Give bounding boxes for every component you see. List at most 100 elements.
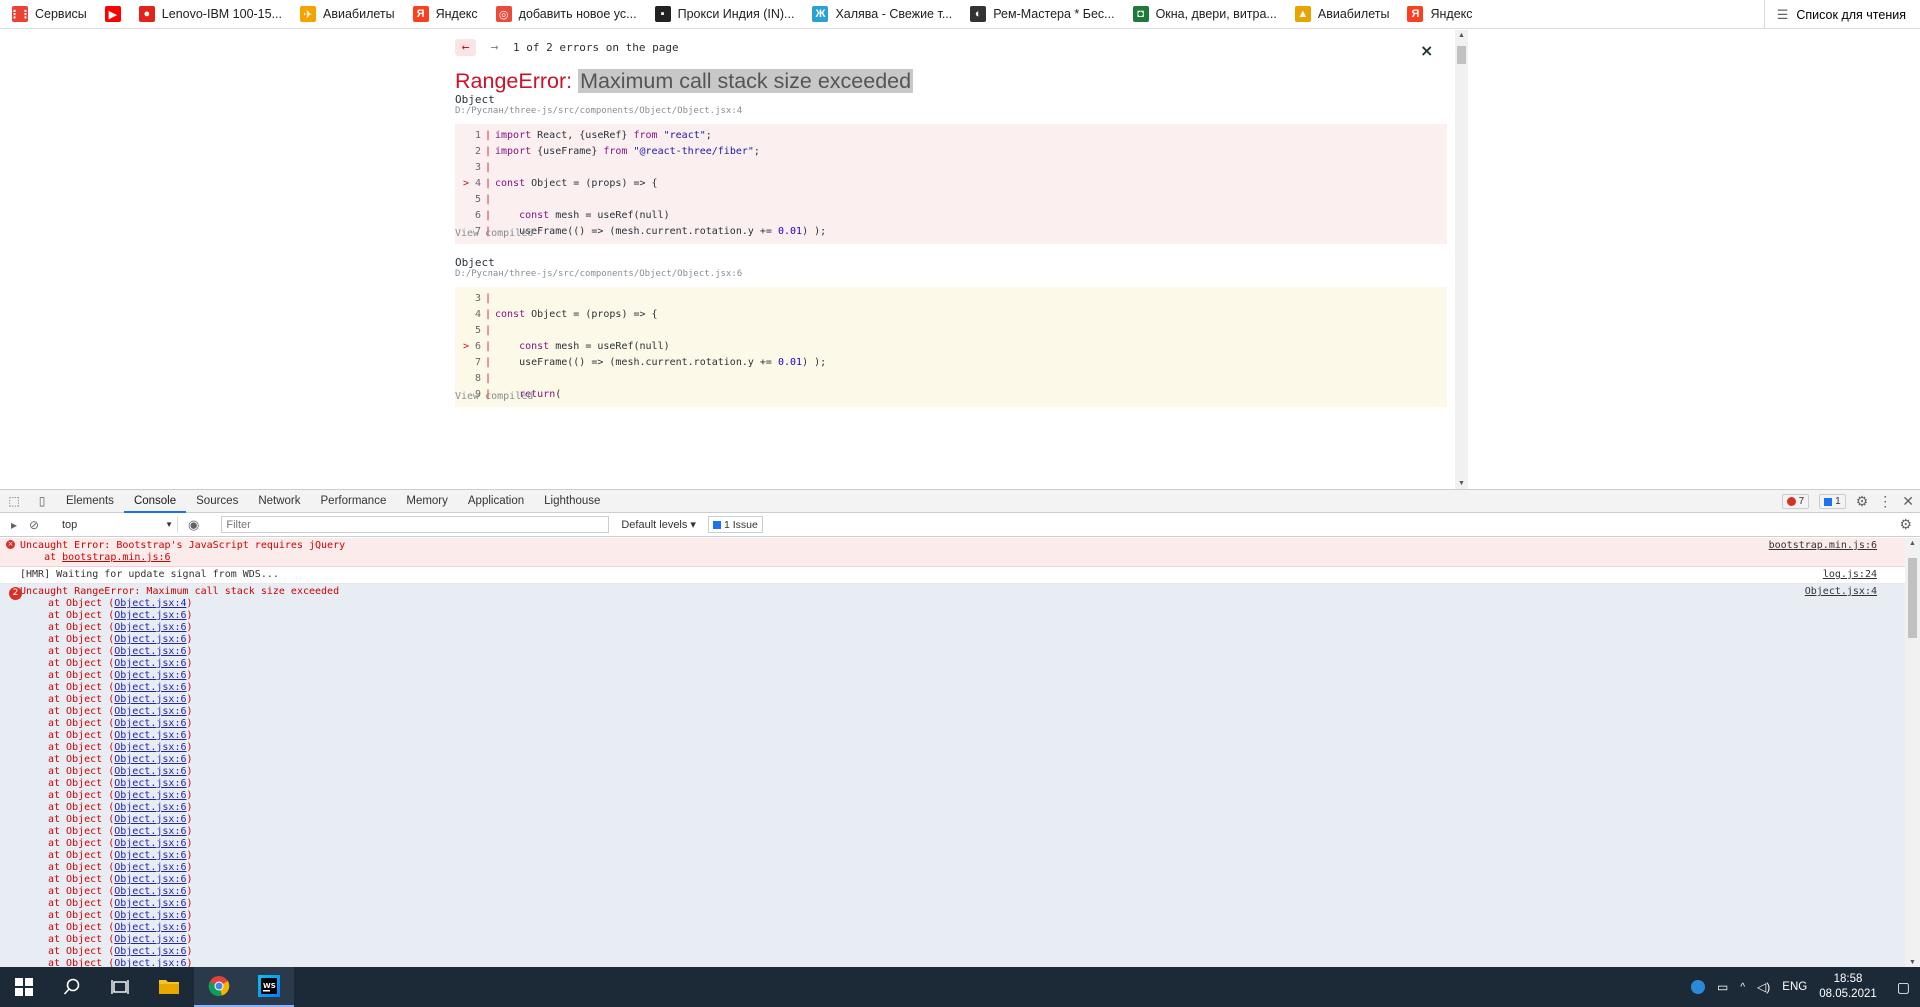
start-button[interactable]	[0, 967, 48, 1007]
console-scroll-up-icon[interactable]: ▲	[1909, 540, 1916, 547]
log-levels-dropdown[interactable]: Default levels ▾	[617, 518, 700, 531]
task-view-button[interactable]	[96, 967, 144, 1007]
stack-frame-link[interactable]: Object.jsx:6	[114, 682, 186, 693]
devtools-tab-performance[interactable]: Performance	[311, 490, 397, 513]
device-toolbar-icon[interactable]: ▯	[28, 494, 56, 508]
stack-frame-link[interactable]: Object.jsx:6	[114, 766, 186, 777]
scroll-up-icon[interactable]: ▲	[1458, 32, 1465, 39]
next-error-button[interactable]: →	[484, 39, 505, 56]
stack-frame-link[interactable]: Object.jsx:6	[114, 886, 186, 897]
stack-frame-link[interactable]: Object.jsx:6	[114, 802, 186, 813]
clear-console-icon[interactable]: ⊘	[20, 518, 48, 532]
bookmark-item[interactable]: ◘ Окна, двери, витра...	[1132, 6, 1277, 22]
page-scrollbar[interactable]: ▲ ▼	[1455, 30, 1468, 489]
stack-frame-link[interactable]: Object.jsx:6	[114, 898, 186, 909]
stack-frame-link[interactable]: Object.jsx:6	[114, 922, 186, 933]
line-separator: |	[484, 293, 492, 304]
error-message[interactable]: Maximum call stack size exceeded	[578, 69, 914, 93]
stack-frame-link[interactable]: Object.jsx:6	[114, 706, 186, 717]
devtools-tab-network[interactable]: Network	[248, 490, 310, 513]
stack-frame-link[interactable]: Object.jsx:6	[114, 658, 186, 669]
context-select[interactable]: top ▼	[58, 516, 178, 533]
bookmark-item[interactable]: ▪ Прокси Индия (IN)...	[654, 6, 794, 22]
view-compiled-link[interactable]: View compiled	[455, 228, 533, 239]
devtools-tab-sources[interactable]: Sources	[186, 490, 248, 513]
taskbar-file-explorer[interactable]	[144, 967, 194, 1007]
scroll-down-icon[interactable]: ▼	[1458, 480, 1465, 487]
edge-tray-icon[interactable]	[1691, 980, 1705, 994]
stack-frame-link[interactable]: Object.jsx:6	[114, 754, 186, 765]
stack-frame-link[interactable]: Object.jsx:6	[114, 910, 186, 921]
error-count-badge[interactable]: 7	[1781, 494, 1810, 509]
bookmark-item[interactable]: ● Lenovo-IBM 100-15...	[138, 6, 282, 22]
chevron-up-icon[interactable]: ^	[1740, 982, 1745, 993]
reading-list-button[interactable]: ☰ Список для чтения	[1763, 0, 1906, 29]
stack-frame-link[interactable]: Object.jsx:6	[114, 742, 186, 753]
bookmark-item[interactable]: Я Яндекс	[1407, 6, 1473, 22]
devtools-tab-elements[interactable]: Elements	[56, 490, 124, 513]
bookmark-item[interactable]: ⋮⋮ Сервисы	[9, 6, 87, 22]
bookmark-item[interactable]: ▲ Авиабилеты	[1294, 6, 1389, 22]
devtools-tab-memory[interactable]: Memory	[396, 490, 458, 513]
clock[interactable]: 18:58 08.05.2021	[1819, 972, 1877, 1002]
filter-input[interactable]	[221, 516, 610, 533]
stack-frame-link[interactable]: Object.jsx:6	[114, 778, 186, 789]
stack-frame-link[interactable]: Object.jsx:6	[114, 646, 186, 657]
stack-frame-link[interactable]: Object.jsx:6	[114, 946, 186, 957]
taskbar-webstorm[interactable]: WS	[244, 967, 294, 1007]
search-button[interactable]	[48, 967, 96, 1007]
log-source-link[interactable]: log.js:24	[1823, 569, 1877, 581]
bookmark-item[interactable]: ✈ Авиабилеты	[300, 6, 395, 22]
stack-frame-link[interactable]: Object.jsx:6	[114, 862, 186, 873]
bookmark-item[interactable]: ▶	[104, 6, 121, 22]
scroll-thumb[interactable]	[1457, 46, 1466, 64]
stack-frame-link[interactable]: Object.jsx:6	[114, 934, 186, 945]
range-error-source-link[interactable]: Object.jsx:4	[1805, 586, 1877, 598]
bookmark-item[interactable]: Я Яндекс	[412, 6, 478, 22]
stack-frame-link[interactable]: Object.jsx:6	[114, 790, 186, 801]
stack-frame-link[interactable]: Object.jsx:6	[114, 694, 186, 705]
language-indicator[interactable]: ENG	[1782, 981, 1807, 993]
devtools-tab-console[interactable]: Console	[123, 490, 187, 513]
inspect-element-icon[interactable]: ⬚	[0, 494, 28, 508]
stack-frame-link[interactable]: Object.jsx:4	[114, 598, 186, 609]
devtools-tab-application[interactable]: Application	[458, 490, 534, 513]
taskbar-chrome[interactable]	[194, 967, 244, 1007]
bootstrap-source-link[interactable]: bootstrap.min.js:6	[1769, 540, 1877, 552]
stack-frame-link[interactable]: Object.jsx:6	[114, 730, 186, 741]
devtools-tab-lighthouse[interactable]: Lighthouse	[534, 490, 610, 513]
settings-gear-icon[interactable]: ⚙	[1856, 493, 1869, 510]
prev-error-button[interactable]: ←	[455, 39, 476, 56]
bookmark-item[interactable]: Ж Халява - Свежие т...	[812, 6, 952, 22]
volume-icon[interactable]: ◁)	[1757, 980, 1770, 994]
more-options-icon[interactable]: ⋮	[1878, 493, 1892, 510]
stack-frame-link[interactable]: Object.jsx:6	[114, 814, 186, 825]
line-code: const Object = (props) => {	[495, 309, 658, 320]
notifications-icon[interactable]: ▢	[1897, 979, 1910, 996]
stack-frame-link[interactable]: Object.jsx:6	[114, 634, 186, 645]
stack-frame-link[interactable]: Object.jsx:6	[114, 670, 186, 681]
stack-frame-link[interactable]: Object.jsx:6	[114, 826, 186, 837]
bookmark-item[interactable]: ◎ добавить новое ус...	[495, 6, 637, 22]
console-scrollbar[interactable]: ▲ ▼	[1905, 538, 1920, 968]
live-expression-eye-icon[interactable]: ◉	[188, 517, 199, 533]
stack-trace: at Object (Object.jsx:4) at Object (Objec…	[20, 598, 1905, 968]
bootstrap-location-link[interactable]: bootstrap.min.js:6	[62, 552, 170, 563]
stack-frame-link[interactable]: Object.jsx:6	[114, 874, 186, 885]
console-scroll-down-icon[interactable]: ▼	[1909, 959, 1916, 966]
message-count-badge[interactable]: 1	[1819, 494, 1846, 509]
console-scroll-thumb[interactable]	[1908, 558, 1917, 638]
stack-frame-prefix: at Object (	[48, 934, 115, 945]
network-icon[interactable]: ▭	[1717, 980, 1728, 994]
stack-frame-link[interactable]: Object.jsx:6	[114, 610, 186, 621]
issues-button[interactable]: 1 Issue	[707, 516, 763, 533]
close-overlay-button[interactable]: ×	[1420, 41, 1433, 60]
close-devtools-icon[interactable]: ✕	[1902, 493, 1914, 510]
stack-frame-link[interactable]: Object.jsx:6	[114, 718, 186, 729]
stack-frame-link[interactable]: Object.jsx:6	[114, 622, 186, 633]
console-settings-icon[interactable]: ⚙	[1899, 516, 1912, 533]
bookmark-item[interactable]: ◐ Рем-Мастера * Бес...	[970, 6, 1115, 22]
stack-frame-link[interactable]: Object.jsx:6	[114, 838, 186, 849]
view-compiled-link[interactable]: View compiled	[455, 391, 533, 402]
stack-frame-link[interactable]: Object.jsx:6	[114, 850, 186, 861]
